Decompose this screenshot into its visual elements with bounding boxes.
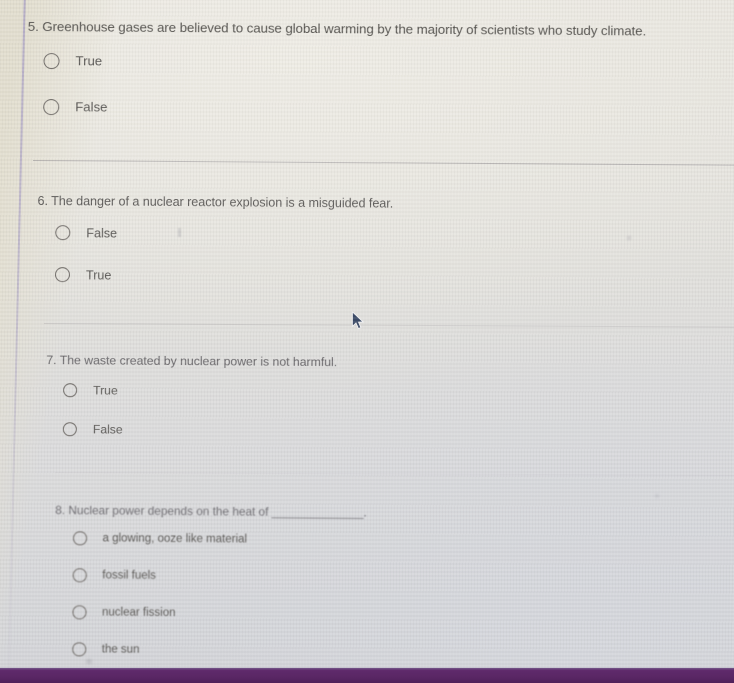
radio-button-icon[interactable] <box>73 531 87 546</box>
option-label: the sun <box>101 643 140 656</box>
option-label: False <box>92 422 123 437</box>
radio-button-icon[interactable] <box>63 383 78 398</box>
radio-button-icon[interactable] <box>72 642 86 657</box>
question-8: 8. Nuclear power depends on the heat of … <box>54 503 734 673</box>
question-5: 5. Greenhouse gases are believed to caus… <box>27 19 728 135</box>
radio-button-icon[interactable] <box>43 98 60 115</box>
option-q6-false[interactable]: False <box>37 212 734 259</box>
question-7: 7. The waste created by nuclear power is… <box>46 353 734 453</box>
radio-button-icon[interactable] <box>43 52 60 69</box>
question-5-options: True False <box>27 38 728 135</box>
option-q8-glowing-ooze[interactable]: a glowing, ooze like material <box>55 520 734 562</box>
option-label: False <box>86 226 118 241</box>
option-label: a glowing, ooze like material <box>102 532 248 546</box>
option-q7-false[interactable]: False <box>46 409 734 453</box>
option-label: False <box>75 99 108 115</box>
option-label: True <box>85 268 112 283</box>
radio-button-icon[interactable] <box>72 568 87 583</box>
option-q7-true[interactable]: True <box>46 370 734 414</box>
quiz-screenshot: 5. Greenhouse gases are believed to caus… <box>0 0 734 683</box>
radio-button-icon[interactable] <box>62 422 77 437</box>
option-q5-true[interactable]: True <box>27 38 727 89</box>
option-label: fossil fuels <box>102 569 157 583</box>
bottom-purple-bar <box>0 668 734 683</box>
question-8-options: a glowing, ooze like material fossil fue… <box>54 520 734 673</box>
radio-button-icon[interactable] <box>72 605 87 620</box>
quiz-questions-container: 5. Greenhouse gases are believed to caus… <box>0 0 734 683</box>
option-q8-fossil-fuels[interactable]: fossil fuels <box>55 557 734 599</box>
option-label: nuclear fission <box>101 606 176 620</box>
question-6-options: False True <box>37 212 734 301</box>
radio-button-icon[interactable] <box>54 267 71 283</box>
radio-button-icon[interactable] <box>55 225 71 241</box>
option-q6-true[interactable]: True <box>37 254 734 301</box>
question-6: 6. The danger of a nuclear reactor explo… <box>37 194 734 301</box>
option-label: True <box>75 53 103 69</box>
question-7-options: True False <box>46 370 734 453</box>
option-q5-false[interactable]: False <box>27 84 727 135</box>
option-label: True <box>93 383 118 398</box>
option-q8-nuclear-fission[interactable]: nuclear fission <box>54 594 734 636</box>
